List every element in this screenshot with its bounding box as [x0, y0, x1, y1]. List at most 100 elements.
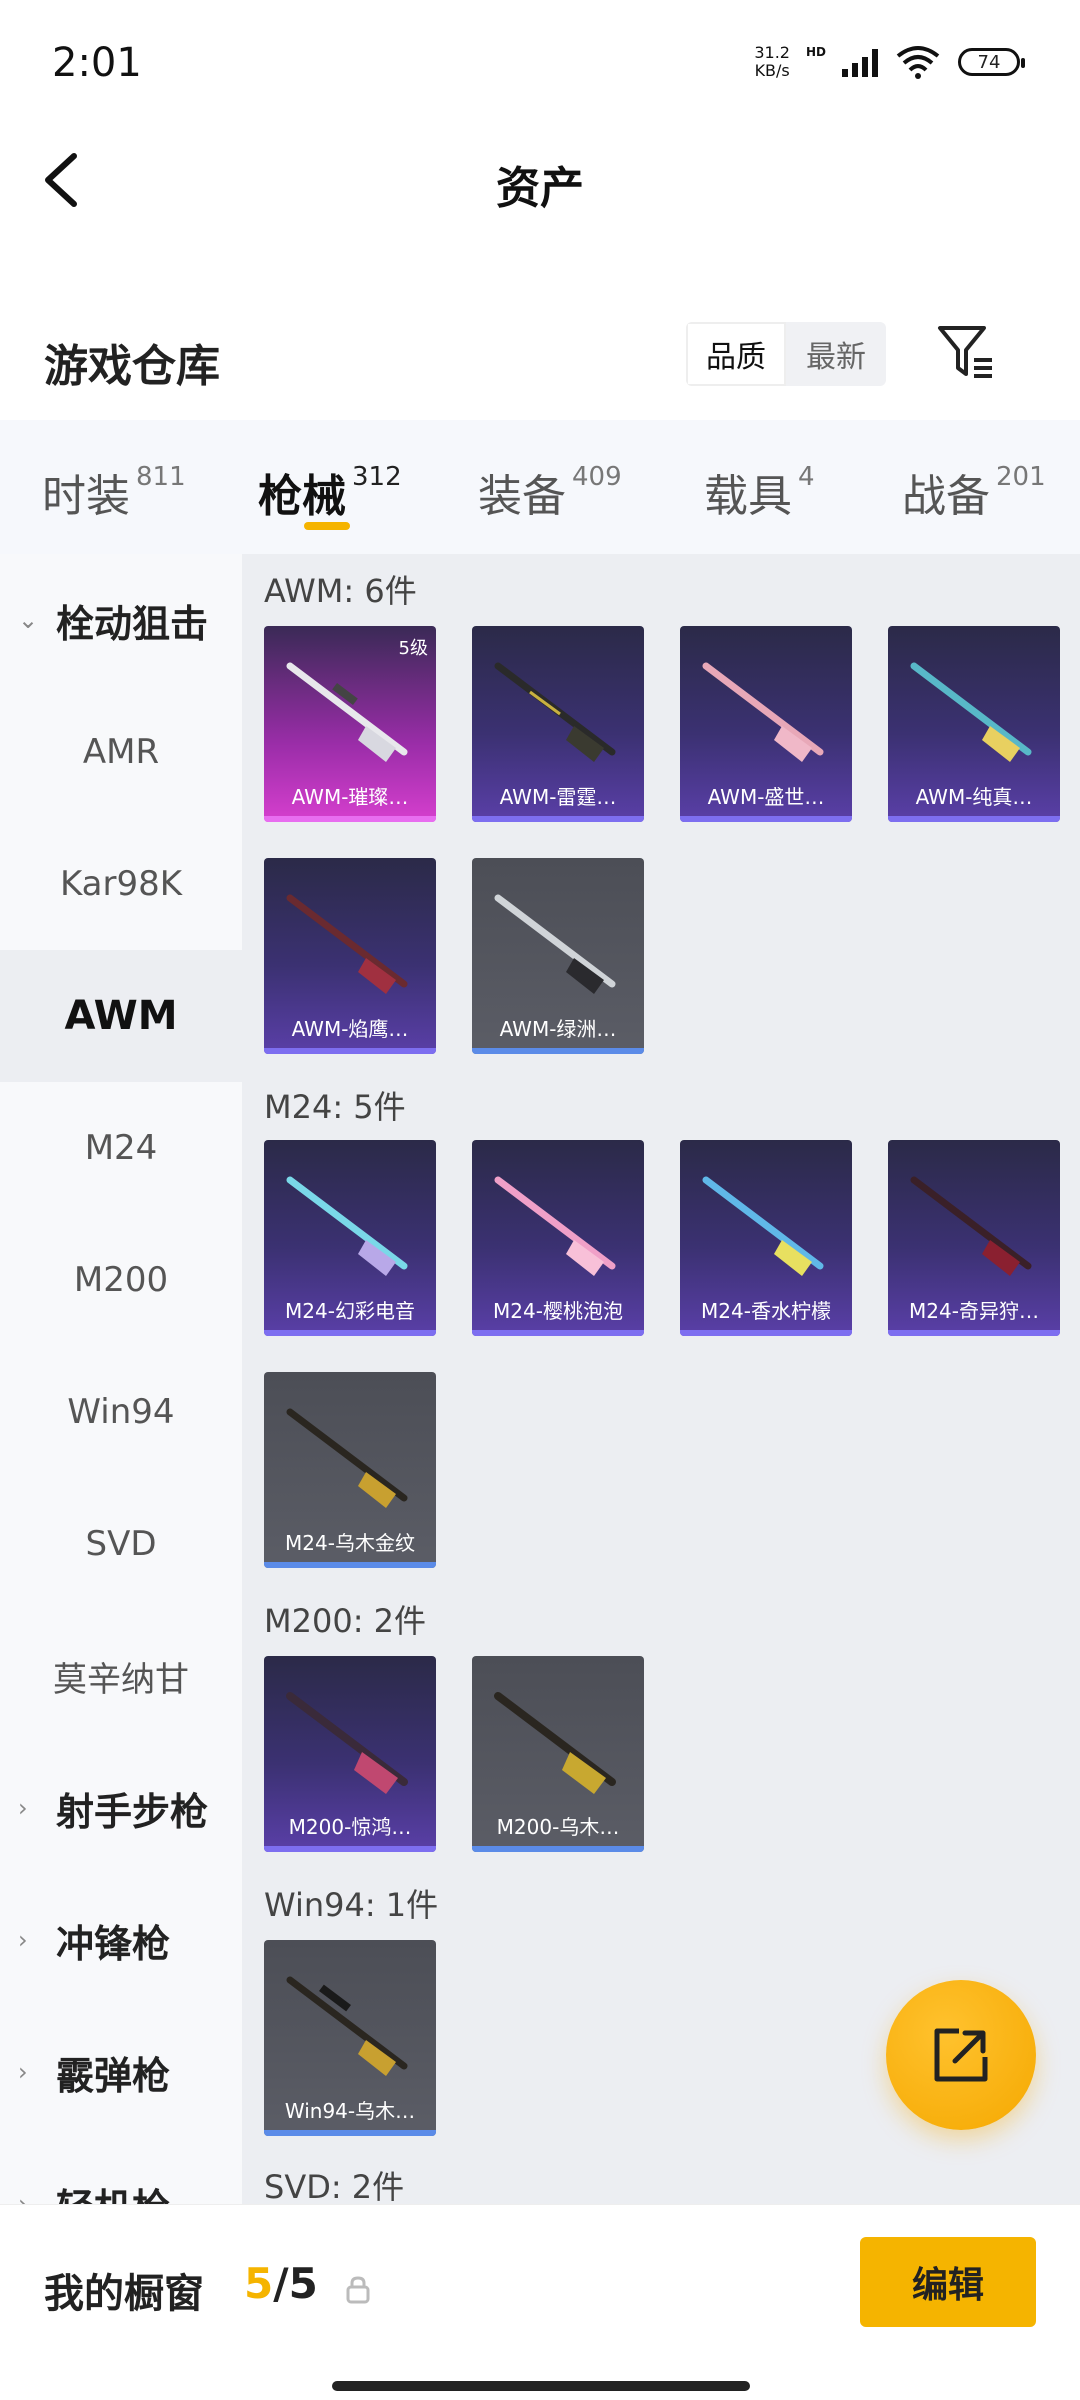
sidebar-item-mosin[interactable]: 莫辛纳甘: [0, 1610, 242, 1742]
sidebar-item-m24[interactable]: M24: [0, 1082, 242, 1214]
chevron-down-icon: ⌄: [18, 606, 39, 634]
item-card[interactable]: M24-乌木金纹: [264, 1372, 436, 1568]
sort-quality[interactable]: 品质: [686, 322, 786, 386]
weapon-sidebar: ⌄ 栓动狙击 AMR Kar98K AWM M24 M200 Win94 SVD…: [0, 554, 242, 2204]
network-speed: 31.2 KB/s: [754, 44, 790, 80]
rarity-bar: [680, 816, 852, 822]
rifle-icon: [286, 894, 408, 994]
rifle-icon: [494, 1692, 616, 1794]
tab-supplies[interactable]: 战备 201: [902, 460, 1046, 524]
item-card[interactable]: M200-惊鸿…: [264, 1656, 436, 1852]
sort-newest[interactable]: 最新: [786, 322, 886, 386]
category-tabs: 时装 811 枪械 312 装备 409 载具 4 战备 201: [0, 420, 1080, 554]
item-name: AWM-雷霆…: [499, 785, 617, 809]
warehouse-title: 游戏仓库: [44, 341, 220, 392]
showcase-separator: /: [273, 2259, 289, 2308]
item-card[interactable]: M24-樱桃泡泡: [472, 1140, 644, 1336]
rarity-bar: [680, 1330, 852, 1336]
rarity-bar: [264, 1562, 436, 1568]
sidebar-item-win94[interactable]: Win94: [0, 1346, 242, 1478]
rifle-icon: [702, 662, 824, 762]
sidebar-group-label: 冲锋枪: [56, 1921, 171, 1966]
tab-guns[interactable]: 枪械 312: [258, 460, 402, 524]
item-name: M24-奇异狩…: [909, 1299, 1039, 1323]
rarity-bar: [264, 1048, 436, 1054]
item-card[interactable]: AWM-雷霆…: [472, 626, 644, 822]
share-icon: [934, 2028, 988, 2082]
sort-toggle: 品质 最新: [686, 322, 886, 386]
rarity-bar: [264, 816, 436, 822]
item-name: M24-幻彩电音: [285, 1299, 415, 1323]
sidebar-group-label: 轻机枪: [56, 2177, 170, 2205]
sidebar-item-kar98k[interactable]: Kar98K: [0, 818, 242, 950]
item-card[interactable]: Win94-乌木…: [264, 1940, 436, 2136]
tab-count: 4: [798, 462, 815, 492]
sidebar-group-dmr[interactable]: › 射手步枪: [0, 1742, 242, 1874]
battery-icon: 74: [958, 48, 1025, 76]
showcase-current: 5: [244, 2259, 274, 2308]
item-name: AWM-绿洲…: [499, 1017, 617, 1041]
rarity-bar: [472, 816, 644, 822]
item-card[interactable]: AWM-纯真…: [888, 626, 1060, 822]
tab-equipment[interactable]: 装备 409: [478, 460, 622, 524]
rifle-icon: [702, 1176, 824, 1276]
showcase-count: 5/5: [244, 2259, 318, 2308]
item-card[interactable]: M24-幻彩电音: [264, 1140, 436, 1336]
tab-label: 载具: [704, 471, 792, 522]
status-time: 2:01: [52, 40, 142, 86]
lock-icon: [346, 2276, 370, 2304]
item-name: AWM-盛世…: [707, 785, 825, 809]
sidebar-item-m200[interactable]: M200: [0, 1214, 242, 1346]
rarity-bar: [888, 1330, 1060, 1336]
sidebar-item-svd[interactable]: SVD: [0, 1478, 242, 1610]
sidebar-group-smg[interactable]: › 冲锋枪: [0, 1874, 242, 2006]
sidebar-group-bolt-action[interactable]: ⌄ 栓动狙击: [0, 554, 242, 686]
edit-button[interactable]: 编辑: [860, 2237, 1036, 2327]
rarity-bar: [264, 1846, 436, 1852]
rifle-icon: [286, 1176, 408, 1276]
sidebar-item-awm[interactable]: AWM: [0, 950, 242, 1082]
sidebar-item-amr[interactable]: AMR: [0, 686, 242, 818]
rifle-icon: [286, 1692, 408, 1794]
rifle-icon: [910, 662, 1032, 762]
rifle-icon: [494, 894, 616, 994]
rarity-bar: [888, 816, 1060, 822]
rifle-icon: [286, 1408, 408, 1508]
showcase-total: 5: [288, 2259, 318, 2308]
status-icons: 31.2 KB/s HD 74: [754, 40, 1025, 84]
tab-fashion[interactable]: 时装 811: [42, 460, 186, 524]
section-title-win94: Win94: 1件: [264, 1886, 439, 1924]
item-card[interactable]: AWM-绿洲…: [472, 858, 644, 1054]
rifle-icon: [494, 1176, 616, 1276]
item-card[interactable]: AWM-焰鹰…: [264, 858, 436, 1054]
chevron-right-icon: ›: [18, 2058, 28, 2086]
status-bar: 2:01 31.2 KB/s HD 74: [0, 0, 1080, 130]
tab-count: 811: [136, 462, 186, 492]
wifi-icon: [896, 46, 940, 79]
item-name: M200-乌木…: [496, 1815, 620, 1839]
item-card[interactable]: AWM-盛世…: [680, 626, 852, 822]
tab-vehicles[interactable]: 载具 4: [704, 460, 815, 524]
item-card[interactable]: M24-香水柠檬: [680, 1140, 852, 1336]
sidebar-group-label: 栓动狙击: [56, 601, 209, 646]
sidebar-group-lmg[interactable]: › 轻机枪: [0, 2138, 242, 2205]
item-name: M200-惊鸿…: [288, 1815, 412, 1839]
active-tab-indicator: [304, 522, 350, 530]
item-name: Win94-乌木…: [284, 2099, 416, 2123]
rifle-icon: [286, 662, 408, 762]
share-button[interactable]: [886, 1980, 1036, 2130]
filter-icon[interactable]: [936, 320, 996, 384]
rarity-bar: [472, 1048, 644, 1054]
section-title-svd: SVD: 2件: [264, 2168, 405, 2204]
hd-badge: HD: [805, 45, 826, 59]
item-card[interactable]: M24-奇异狩…: [888, 1140, 1060, 1336]
tab-label: 枪械: [258, 471, 346, 522]
item-card[interactable]: M200-乌木…: [472, 1656, 644, 1852]
sidebar-group-shotgun[interactable]: › 霰弹枪: [0, 2006, 242, 2138]
item-name: AWM-纯真…: [915, 785, 1033, 809]
tab-label: 时装: [42, 471, 130, 522]
rifle-icon: [494, 662, 616, 762]
item-card[interactable]: 5级 AWM-璀璨…: [264, 626, 436, 822]
chevron-right-icon: ›: [18, 1926, 28, 1954]
item-grid: AWM: 6件 5级 AWM-璀璨… AWM-雷霆… AWM-盛世… AWM-纯…: [242, 554, 1080, 2204]
